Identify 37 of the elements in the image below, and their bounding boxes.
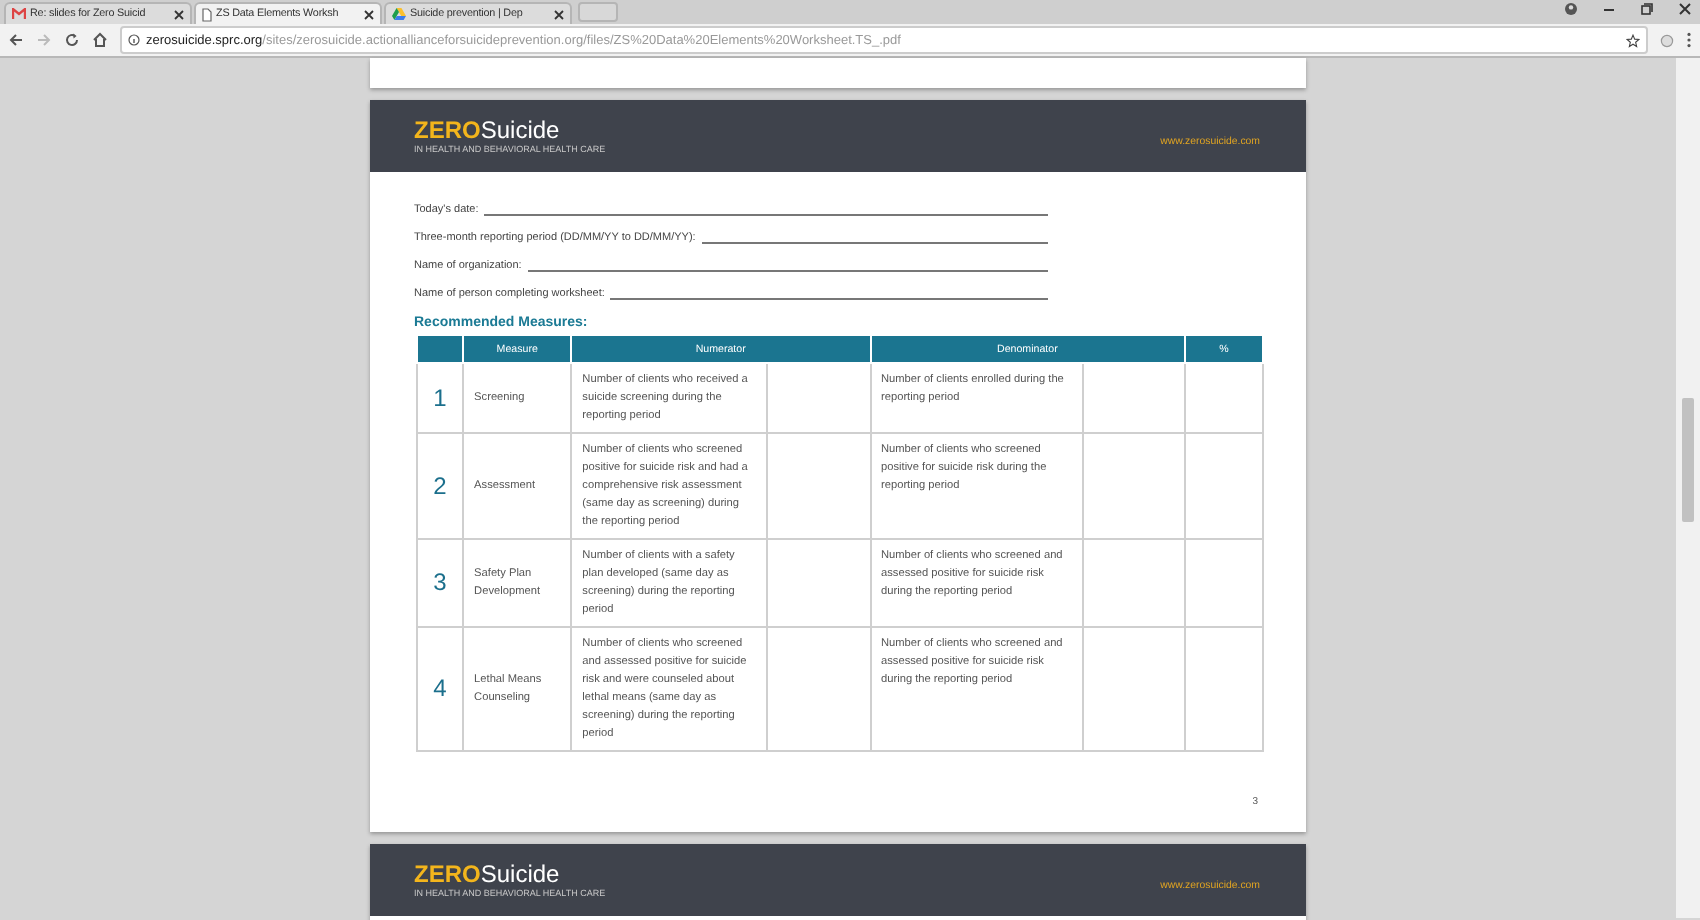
row-number: 3 [417,539,464,627]
blank-cell [767,363,870,433]
back-icon[interactable] [8,32,24,48]
home-icon[interactable] [92,32,108,48]
close-icon[interactable] [364,9,374,19]
mail-icon [12,8,26,20]
blank-cell [1082,363,1185,433]
blank-cell [1184,627,1263,751]
scrollbar[interactable] [1676,58,1700,918]
header-cell [417,335,464,363]
blank-cell [767,627,870,751]
reload-icon[interactable] [64,32,80,48]
blank-cell [1082,627,1185,751]
drive-icon [392,8,406,20]
menu-icon[interactable] [1686,32,1692,48]
blank-cell [1082,433,1185,539]
blank-cell [1082,539,1185,627]
row-number: 2 [417,433,464,539]
close-icon[interactable] [174,9,184,19]
scrollbar-thumb[interactable] [1682,398,1694,522]
logo: ZEROSuicide [414,862,562,886]
blank-cell [1184,539,1263,627]
close-icon[interactable] [1678,2,1692,16]
row-number: 4 [417,627,464,751]
row-number: 1 [417,363,464,433]
close-icon[interactable] [554,9,564,19]
document-icon [202,7,212,21]
blank-cell [1184,363,1263,433]
blank-cell [1184,433,1263,539]
extension-icon[interactable] [1660,33,1674,47]
restore-icon[interactable] [1640,2,1654,16]
info-icon[interactable] [128,34,140,46]
star-icon[interactable] [1626,33,1640,47]
logo: ZEROSuicide [414,118,562,142]
blank-cell [767,433,870,539]
blank-cell [767,539,870,627]
profile-icon[interactable] [1564,2,1578,16]
